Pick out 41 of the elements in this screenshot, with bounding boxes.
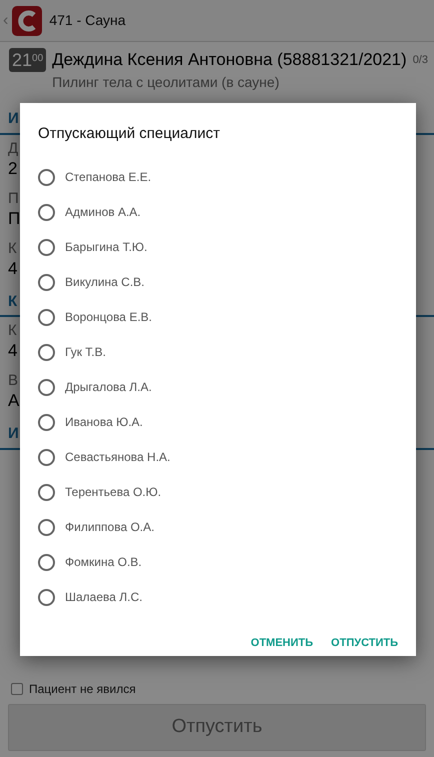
option-label[interactable]: Фомкина О.В. xyxy=(65,553,142,571)
app-logo-icon xyxy=(12,6,42,36)
option-label[interactable]: Филиппова О.А. xyxy=(65,518,154,536)
field-value: А xyxy=(8,391,20,411)
radio-button[interactable] xyxy=(38,238,55,256)
field-value: 2 xyxy=(8,158,18,178)
radio-button[interactable] xyxy=(38,588,55,606)
option-label[interactable]: Барыгина Т.Ю. xyxy=(65,238,148,256)
option-label[interactable]: Степанова Е.Е. xyxy=(65,168,152,186)
option-label[interactable]: Шалаева Л.С. xyxy=(65,588,142,606)
field-label: П xyxy=(8,188,19,208)
field-value: 4 xyxy=(8,258,18,278)
radio-button[interactable] xyxy=(38,274,55,290)
field-value: 4 xyxy=(8,341,18,361)
radio-button[interactable] xyxy=(38,414,55,430)
option-label[interactable]: Гук Т.В. xyxy=(65,343,106,361)
radio-button[interactable] xyxy=(38,344,55,360)
radio-button[interactable] xyxy=(38,204,55,220)
checkbox[interactable] xyxy=(11,683,23,695)
radio-button[interactable] xyxy=(38,554,55,570)
patient-name: Деждина Ксения Антоновна (58881321/2021) xyxy=(52,49,407,71)
radio-button[interactable] xyxy=(38,378,55,396)
radio-button[interactable] xyxy=(38,168,55,186)
radio-button[interactable] xyxy=(38,308,55,326)
field-label: Д xyxy=(8,138,18,158)
radio-button[interactable] xyxy=(38,518,55,536)
radio-button[interactable] xyxy=(38,484,55,500)
field-label: К xyxy=(8,238,17,258)
counter: 0/3 xyxy=(412,53,428,68)
checkbox-label[interactable]: Пациент не явился xyxy=(29,680,136,698)
option-label[interactable]: Дрыгалова Л.А. xyxy=(65,378,152,396)
screen-title: 471 - Сауна xyxy=(49,11,126,30)
radio-button[interactable] xyxy=(38,448,55,466)
option-label[interactable]: Терентьева О.Ю. xyxy=(65,483,162,501)
field-label: В xyxy=(8,371,18,391)
option-label[interactable]: Севастьянова Н.А. xyxy=(65,448,170,466)
procedure-name: Пилинг тела с цеолитами (в сауне) xyxy=(52,73,280,92)
time-badge: 21$^{00}$ xyxy=(9,48,46,72)
option-label[interactable]: Админов А.А. xyxy=(65,203,141,221)
field-value: П xyxy=(8,208,20,228)
field-label: К xyxy=(8,321,17,341)
